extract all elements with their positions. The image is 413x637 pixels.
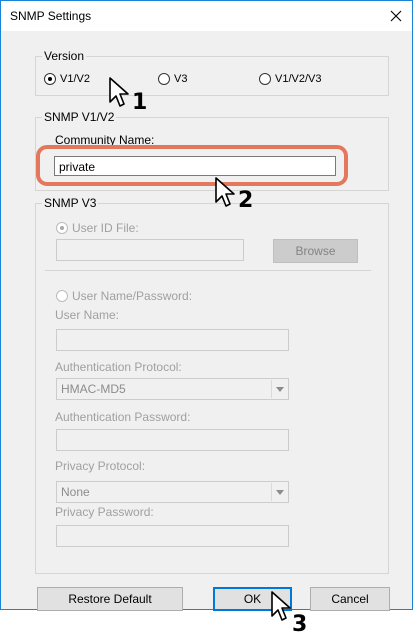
radio-indicator: [56, 222, 68, 234]
snmp-settings-dialog: SNMP Settings Version V1/V2 V3 V1/V2/V3 …: [0, 0, 413, 611]
pointer-cursor-icon: [215, 177, 235, 207]
callout-cursor-3: 3: [270, 590, 307, 636]
callout-cursor-1: 1: [108, 76, 147, 114]
auth-password-label: Authentication Password:: [55, 410, 191, 424]
auth-protocol-label: Authentication Protocol:: [55, 360, 182, 374]
auth-password-input[interactable]: [56, 429, 289, 451]
step-3-label: 3: [292, 612, 308, 637]
callout-cursor-2: 2: [214, 176, 253, 213]
radio-indicator: [259, 73, 271, 85]
user-name-input[interactable]: [56, 329, 289, 351]
radio-v3-label: V3: [174, 73, 188, 85]
user-name-label: User Name:: [55, 308, 120, 322]
user-id-file-input[interactable]: [56, 239, 244, 261]
version-group: Version V1/V2 V3 V1/V2/V3: [35, 49, 389, 96]
radio-indicator: [44, 73, 56, 85]
radio-indicator: [158, 73, 170, 85]
radio-user-name-password[interactable]: User Name/Password:: [56, 289, 192, 303]
v3-separator: [45, 270, 371, 271]
cancel-button[interactable]: Cancel: [310, 587, 390, 611]
restore-default-button[interactable]: Restore Default: [37, 587, 183, 611]
step-1-label: 1: [132, 90, 148, 115]
radio-v3[interactable]: V3: [158, 73, 187, 85]
pointer-cursor-icon: [271, 591, 291, 621]
user-id-file-label: User ID File:: [72, 221, 139, 235]
radio-user-id-file[interactable]: User ID File:: [56, 221, 139, 235]
pointer-cursor-icon: [109, 77, 129, 107]
title-bar: SNMP Settings: [1, 1, 412, 31]
community-name-input[interactable]: private: [54, 156, 336, 176]
chevron-down-icon: [275, 489, 284, 495]
close-icon: [390, 10, 402, 22]
privacy-protocol-dropdown[interactable]: [271, 483, 287, 501]
chevron-down-icon: [275, 386, 284, 392]
radio-v1v2v3[interactable]: V1/V2/V3: [259, 73, 321, 85]
auth-protocol-value: HMAC-MD5: [61, 382, 126, 396]
close-button[interactable]: [380, 1, 412, 31]
auth-protocol-select[interactable]: HMAC-MD5: [56, 378, 289, 400]
snmp-v1v2-group-label: SNMP V1/V2: [42, 110, 117, 124]
window-title: SNMP Settings: [10, 9, 92, 23]
auth-protocol-dropdown[interactable]: [271, 380, 287, 398]
privacy-protocol-select[interactable]: None: [56, 481, 289, 503]
privacy-password-label: Privacy Password:: [55, 505, 154, 519]
radio-v1v2[interactable]: V1/V2: [44, 73, 90, 85]
step-2-label: 2: [238, 188, 254, 213]
user-name-password-label: User Name/Password:: [72, 289, 193, 303]
browse-button[interactable]: Browse: [273, 239, 358, 263]
privacy-protocol-label: Privacy Protocol:: [55, 459, 146, 473]
radio-v1v2v3-label: V1/V2/V3: [275, 73, 322, 85]
snmp-v3-group-label: SNMP V3: [42, 196, 99, 210]
version-group-label: Version: [42, 49, 87, 63]
privacy-protocol-value: None: [61, 485, 90, 499]
radio-indicator: [56, 290, 68, 302]
privacy-password-input[interactable]: [56, 525, 289, 547]
radio-v1v2-label: V1/V2: [60, 73, 90, 85]
